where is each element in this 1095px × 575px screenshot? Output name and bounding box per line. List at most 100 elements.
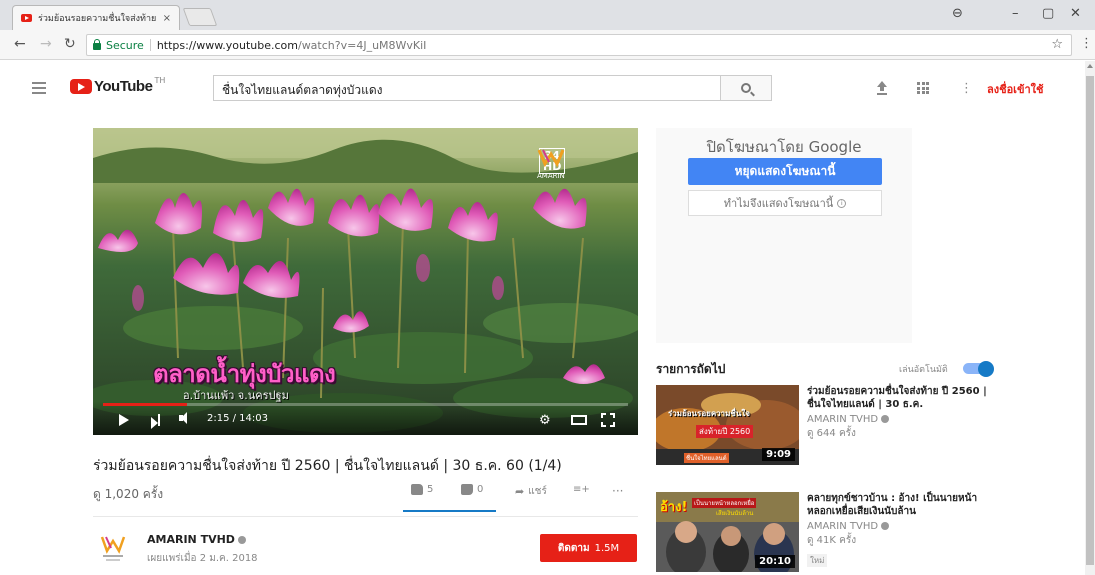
autoplay-label: เล่นอัตโนมัติ	[899, 365, 948, 375]
theater-mode-icon[interactable]	[571, 415, 587, 425]
browser-tab[interactable]: ร่วมย้อนรอยความชื่นใจส่งท้าย ×	[12, 5, 180, 30]
channel-name[interactable]: AMARIN TVHD	[147, 533, 246, 546]
why-this-ad-label: ทำไมจึงแสดงโฆษณานี้	[723, 197, 834, 210]
channel-name-text: AMARIN TVHD	[147, 533, 235, 546]
up-next-title[interactable]: ร่วมย้อนรอยความชื่นใจส่งท้าย ปี 2560 | ช…	[807, 385, 987, 411]
ad-closed-panel: ปิดโฆษณาโดย Google หยุดแสดงโฆษณานี้ ทำไม…	[656, 128, 912, 343]
subscribe-button[interactable]: ติดตาม 1.5M	[540, 534, 637, 562]
guide-menu-icon[interactable]	[32, 82, 46, 97]
share-button[interactable]: ➦ แชร์	[515, 484, 547, 499]
up-next-views: ดู 644 ครั้ง	[807, 428, 856, 439]
reload-icon[interactable]: ↻	[64, 36, 76, 52]
why-this-ad-button[interactable]: ทำไมจึงแสดงโฆษณานี้ i	[688, 190, 882, 216]
verified-icon	[881, 415, 890, 423]
like-count: 5	[427, 484, 434, 495]
bookmark-star-icon[interactable]: ☆	[1051, 37, 1063, 52]
video-thumbnail[interactable]: อ้าง! เป็นนายหน้าหลอกเหยื่อ เสียเงินนับล…	[656, 492, 799, 572]
address-bar[interactable]: Secure https://www.youtube.com /watch?v=…	[86, 34, 1072, 56]
view-count: ดู 1,020 ครั้ง	[93, 487, 164, 501]
up-next-title[interactable]: คลายทุกข์ชาวบ้าน : อ้าง! เป็นนายหน้าหลอก…	[807, 492, 987, 518]
info-icon: i	[837, 198, 847, 208]
thumbs-up-icon	[411, 484, 423, 495]
back-arrow-icon[interactable]: ←	[14, 36, 26, 52]
up-next-channel: AMARIN TVHD	[807, 521, 987, 532]
duration-badge: 9:09	[762, 448, 795, 461]
toggle-knob	[978, 361, 994, 377]
share-label: แชร์	[528, 486, 547, 497]
dislike-button[interactable]: 0	[461, 484, 483, 495]
like-button[interactable]: 5	[411, 484, 433, 495]
amarin-logo-icon	[537, 149, 565, 168]
video-thumbnail[interactable]: ร่วมย้อนรอยความชื่นใจ ส่งท้ายปี 2560 ชื่…	[656, 385, 799, 465]
search-button[interactable]	[720, 75, 772, 101]
region-code: TH	[154, 76, 166, 85]
channel-watermark-name: AMARIN	[537, 172, 565, 180]
thumb-text-1: อ้าง!	[660, 500, 688, 515]
youtube-play-logo-icon	[70, 79, 92, 94]
progress-bar[interactable]	[103, 403, 628, 406]
verified-icon	[237, 536, 246, 544]
upload-icon[interactable]	[877, 81, 887, 95]
up-next-heading: รายการถัดไป	[656, 362, 726, 376]
up-next-channel: AMARIN TVHD	[807, 414, 987, 425]
ad-closed-title: ปิดโฆษณาโดย Google	[706, 138, 862, 156]
autoplay-toggle[interactable]	[963, 361, 994, 377]
play-icon[interactable]	[119, 414, 129, 426]
up-next-info: คลายทุกข์ชาวบ้าน : อ้าง! เป็นนายหน้าหลอก…	[807, 492, 987, 567]
sentiment-fill	[403, 510, 496, 512]
settings-more-icon[interactable]: ⋮	[960, 81, 973, 96]
browser-menu-icon[interactable]: ⋮	[1080, 36, 1093, 51]
channel-watermark: 34 HD	[537, 148, 566, 174]
account-icon[interactable]: ⊖	[952, 6, 963, 21]
divider	[93, 516, 638, 517]
forward-arrow-icon[interactable]: →	[40, 36, 52, 52]
dislike-count: 0	[477, 484, 484, 495]
scrollbar-thumb[interactable]	[1086, 76, 1094, 565]
restore-icon[interactable]: ▢	[1042, 6, 1054, 21]
up-next-item[interactable]: ร่วมย้อนรอยความชื่นใจ ส่งท้ายปี 2560 ชื่…	[656, 385, 987, 465]
page-scrollbar[interactable]	[1085, 61, 1095, 575]
omnibox-divider	[149, 39, 151, 51]
video-title: ร่วมย้อนรอยความชื่นใจส่งท้าย ปี 2560 | ช…	[93, 458, 562, 474]
time-display: 2:15 / 14:03	[207, 413, 269, 424]
url-path: /watch?v=4J_uM8WvKiI	[297, 38, 427, 52]
sentiment-bar	[403, 510, 496, 512]
secure-label: Secure	[106, 38, 144, 52]
channel-avatar[interactable]	[100, 533, 126, 563]
tab-title: ร่วมย้อนรอยความชื่นใจส่งท้าย	[38, 14, 157, 24]
thumb-text-3: เสียเงินนับล้าน	[716, 510, 754, 517]
sign-in-link[interactable]: ลงชื่อเข้าใช้	[987, 80, 1043, 98]
up-next-info: ร่วมย้อนรอยความชื่นใจส่งท้าย ปี 2560 | ช…	[807, 385, 987, 441]
youtube-masthead: YouTube TH ชื่นใจไทยแลนด์ตลาดทุ่งบัวแดง …	[0, 61, 1085, 111]
video-player[interactable]: 34 HD AMARIN ตลาดน้ำทุ่งบัวแดง อ.บ้านแพ้…	[93, 128, 638, 435]
progress-fill	[103, 403, 187, 406]
next-icon[interactable]	[151, 414, 160, 433]
publish-date: เผยแพร่เมื่อ 2 ม.ค. 2018	[147, 553, 258, 564]
youtube-favicon-icon	[21, 14, 32, 22]
fullscreen-icon[interactable]	[601, 413, 615, 427]
close-window-icon[interactable]: ✕	[1070, 6, 1081, 21]
volume-icon[interactable]	[179, 412, 187, 424]
search-icon	[741, 83, 751, 93]
lock-icon	[93, 38, 101, 50]
new-badge: ใหม่	[807, 554, 828, 567]
tab-close-icon[interactable]: ×	[163, 13, 171, 24]
up-next-channel-text: AMARIN TVHD	[807, 521, 879, 532]
thumbs-down-icon	[461, 484, 473, 495]
apps-grid-icon[interactable]	[917, 82, 929, 94]
up-next-channel-text: AMARIN TVHD	[807, 414, 879, 425]
new-tab-button[interactable]	[182, 8, 218, 26]
stop-seeing-ad-button[interactable]: หยุดแสดงโฆษณานี้	[688, 158, 882, 185]
browser-tabstrip: ร่วมย้อนรอยความชื่นใจส่งท้าย × ⊖ – ▢ ✕	[0, 0, 1095, 30]
more-actions-icon[interactable]: ···	[612, 484, 623, 498]
add-to-playlist-icon[interactable]: ≡+	[573, 484, 590, 495]
youtube-logo[interactable]: YouTube TH	[70, 76, 166, 95]
up-next-item[interactable]: อ้าง! เป็นนายหน้าหลอกเหยื่อ เสียเงินนับล…	[656, 492, 986, 572]
search-input[interactable]: ชื่นใจไทยแลนด์ตลาดทุ่งบัวแดง	[213, 75, 720, 101]
thumb-text-2: ส่งท้ายปี 2560	[696, 425, 754, 438]
minimize-icon[interactable]: –	[1012, 6, 1019, 21]
scroll-up-arrow-icon[interactable]	[1087, 64, 1093, 68]
settings-gear-icon[interactable]: ⚙	[539, 413, 551, 428]
thumb-text-3: ชื่นใจไทยแลนด์	[684, 453, 729, 463]
youtube-wordmark: YouTube	[94, 78, 153, 95]
